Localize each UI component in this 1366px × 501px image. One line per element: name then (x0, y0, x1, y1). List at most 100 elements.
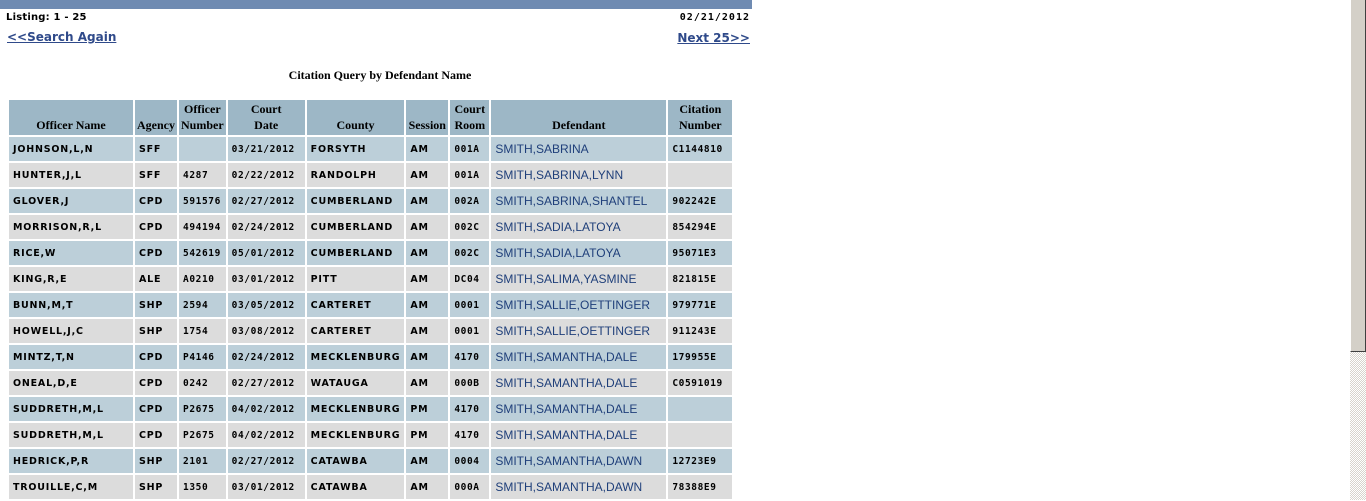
court-room-cell: DC04 (450, 267, 490, 291)
table-row: JOHNSON,L,N SFF 03/21/2012 FORSYTH AM 001A SMI… (9, 137, 733, 161)
agency-cell: CPD (135, 371, 177, 395)
court-room-cell: 0001 (450, 319, 490, 343)
court-room-cell: 000A (450, 475, 490, 499)
session-cell: AM (406, 449, 449, 473)
session-cell: AM (406, 241, 449, 265)
table-row: HUNTER,J,L SFF 4287 02/22/2012 RANDOLPH AM 001… (9, 163, 733, 187)
agency-cell: CPD (135, 397, 177, 421)
report-date: 02/21/2012 (679, 12, 750, 23)
court-room-cell: 002A (450, 189, 490, 213)
county-cell: CARTERET (306, 319, 405, 343)
column-header-officer-name: Officer Name (9, 100, 133, 135)
court-date-cell: 03/01/2012 (227, 475, 305, 499)
citation-number-cell: 95071E3 (668, 241, 733, 265)
officer-number-cell: 1350 (179, 475, 226, 499)
table-row: SUDDRETH,M,L CPD P2675 04/02/2012 MECKLENBUR… (9, 397, 733, 421)
court-room-cell: 002C (450, 241, 490, 265)
table-row: MORRISON,R,L CPD 494194 02/24/2012 CUMBERLAN… (9, 215, 733, 239)
table-header-row: Officer Name Agency Officer Number Court D… (9, 100, 733, 135)
defendant-link[interactable]: SMITH,SAMANTHA,DALE (491, 371, 667, 395)
column-header-officer-number: Officer Number (179, 100, 226, 135)
officer-number-cell: P4146 (179, 345, 226, 369)
table-row: HEDRICK,P,R SHP 2101 02/27/2012 CATAWBA AM 000… (9, 449, 733, 473)
agency-cell: SFF (135, 137, 177, 161)
citation-number-cell: 12723E9 (668, 449, 733, 473)
session-cell: AM (406, 475, 449, 499)
officer-name-cell: SUDDRETH,M,L (9, 423, 133, 447)
column-header-defendant: Defendant (491, 100, 667, 135)
court-room-cell: 002C (450, 215, 490, 239)
court-date-cell: 05/01/2012 (227, 241, 305, 265)
officer-number-cell: 2101 (179, 449, 226, 473)
court-date-cell: 03/05/2012 (227, 293, 305, 317)
officer-name-cell: HEDRICK,P,R (9, 449, 133, 473)
header-line2: Officer Name (36, 118, 106, 132)
county-cell: CUMBERLAND (306, 189, 405, 213)
citation-number-cell: 821815E (668, 267, 733, 291)
officer-name-cell: MORRISON,R,L (9, 215, 133, 239)
column-header-citation-number: Citation Number (668, 100, 733, 135)
header-line1: Court (454, 102, 486, 116)
defendant-link[interactable]: SMITH,SAMANTHA,DAWN (491, 475, 667, 499)
defendant-link[interactable]: SMITH,SALLIE,OETTINGER (491, 319, 667, 343)
court-room-cell: 000B (450, 371, 490, 395)
officer-number-cell: 2594 (179, 293, 226, 317)
officer-name-cell: HOWELL,J,C (9, 319, 133, 343)
court-date-cell: 03/08/2012 (227, 319, 305, 343)
defendant-link[interactable]: SMITH,SADIA,LATOYA (491, 241, 667, 265)
session-cell: PM (406, 397, 449, 421)
defendant-link[interactable]: SMITH,SABRINA (491, 137, 667, 161)
officer-number-cell: P2675 (179, 397, 226, 421)
defendant-link[interactable]: SMITH,SAMANTHA,DALE (491, 397, 667, 421)
officer-name-cell: MINTZ,T,N (9, 345, 133, 369)
officer-number-cell: P2675 (179, 423, 226, 447)
court-date-cell: 04/02/2012 (227, 397, 305, 421)
agency-cell: SHP (135, 319, 177, 343)
defendant-link[interactable]: SMITH,SAMANTHA,DAWN (491, 449, 667, 473)
defendant-link[interactable]: SMITH,SAMANTHA,DALE (491, 423, 667, 447)
session-cell: PM (406, 423, 449, 447)
defendant-link[interactable]: SMITH,SADIA,LATOYA (491, 215, 667, 239)
defendant-link[interactable]: SMITH,SAMANTHA,DALE (491, 345, 667, 369)
officer-number-cell (179, 137, 226, 161)
court-room-cell: 4170 (450, 345, 490, 369)
next-25-link[interactable]: Next 25>> (677, 31, 750, 45)
defendant-link[interactable]: SMITH,SALIMA,YASMINE (491, 267, 667, 291)
session-cell: AM (406, 293, 449, 317)
defendant-link[interactable]: SMITH,SABRINA,LYNN (491, 163, 667, 187)
agency-cell: SHP (135, 475, 177, 499)
header-line1: Citation (679, 102, 722, 116)
header-line1: Officer (184, 102, 221, 116)
defendant-link[interactable]: SMITH,SABRINA,SHANTEL (491, 189, 667, 213)
scrollbar-thumb[interactable] (1350, 0, 1366, 352)
header-line2: Number (678, 118, 722, 132)
session-cell: AM (406, 319, 449, 343)
table-row: RICE,W CPD 542619 05/01/2012 CUMBERLAND AM 002… (9, 241, 733, 265)
county-cell: MECKLENBURG (306, 397, 405, 421)
column-header-agency: Agency (135, 100, 177, 135)
table-row: BUNN,M,T SHP 2594 03/05/2012 CARTERET AM 0001 S… (9, 293, 733, 317)
table-row: TROUILLE,C,M SHP 1350 03/01/2012 CATAWBA AM 00… (9, 475, 733, 499)
county-cell: CUMBERLAND (306, 215, 405, 239)
vertical-scrollbar[interactable] (1350, 0, 1366, 500)
court-date-cell: 02/27/2012 (227, 371, 305, 395)
defendant-link[interactable]: SMITH,SALLIE,OETTINGER (491, 293, 667, 317)
officer-name-cell: JOHNSON,L,N (9, 137, 133, 161)
citation-number-cell (668, 423, 733, 447)
officer-number-cell: A0210 (179, 267, 226, 291)
agency-cell: ALE (135, 267, 177, 291)
table-row: KING,R,E ALE A0210 03/01/2012 PITT AM DC04 SMIT… (9, 267, 733, 291)
table-row: SUDDRETH,M,L CPD P2675 04/02/2012 MECKLENBUR… (9, 423, 733, 447)
session-cell: AM (406, 137, 449, 161)
court-date-cell: 02/22/2012 (227, 163, 305, 187)
search-again-link[interactable]: <<Search Again (7, 30, 116, 44)
court-date-cell: 03/01/2012 (227, 267, 305, 291)
column-header-session: Session (406, 100, 449, 135)
court-room-cell: 0004 (450, 449, 490, 473)
session-cell: AM (406, 267, 449, 291)
court-date-cell: 04/02/2012 (227, 423, 305, 447)
court-date-cell: 03/21/2012 (227, 137, 305, 161)
officer-number-cell: 0242 (179, 371, 226, 395)
county-cell: CARTERET (306, 293, 405, 317)
table-row: MINTZ,T,N CPD P4146 02/24/2012 MECKLENBURG AM… (9, 345, 733, 369)
